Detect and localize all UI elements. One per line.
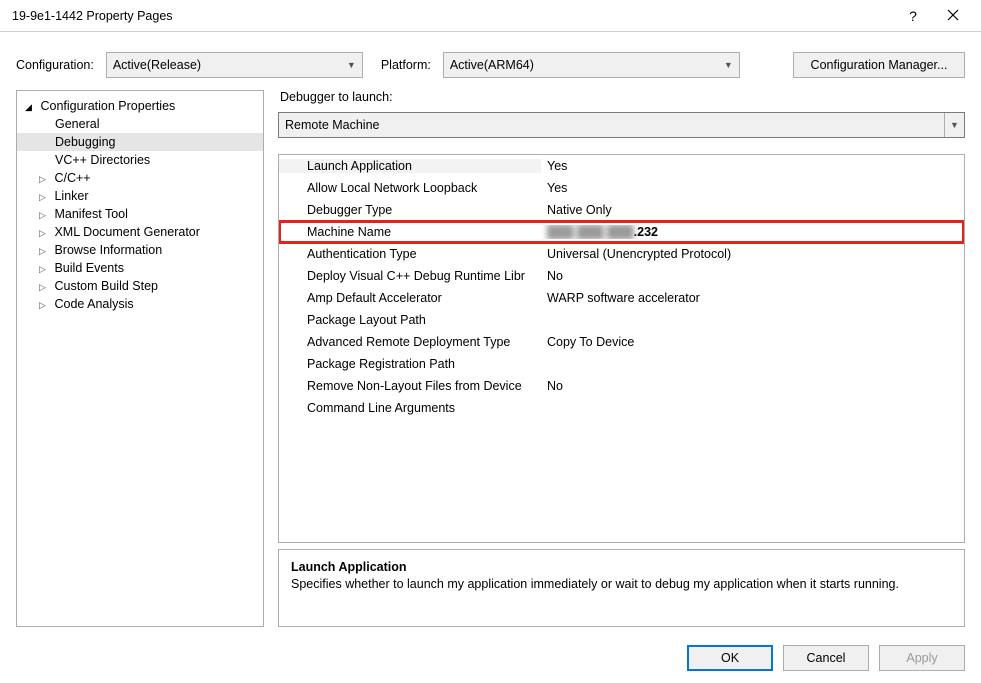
main-panel: Debugger to launch: Remote Machine ▼ Lau…	[278, 90, 965, 627]
configuration-combo[interactable]: Active(Release) ▼	[106, 52, 363, 78]
triangle-right-icon: ▷	[39, 246, 51, 257]
help-button[interactable]: ?	[893, 8, 933, 24]
property-label: Machine Name	[279, 225, 541, 239]
property-row[interactable]: Advanced Remote Deployment TypeCopy To D…	[279, 331, 964, 353]
tree-root[interactable]: ◢ Configuration Properties	[17, 97, 263, 115]
property-label: Package Layout Path	[279, 313, 541, 327]
tree-item-general[interactable]: General	[17, 115, 263, 133]
tree-item-c-c-[interactable]: ▷ C/C++	[17, 169, 263, 187]
property-row[interactable]: Package Layout Path	[279, 309, 964, 331]
property-label: Command Line Arguments	[279, 401, 541, 415]
description-body: Specifies whether to launch my applicati…	[291, 576, 952, 593]
apply-button: Apply	[879, 645, 965, 671]
tree-item-linker[interactable]: ▷ Linker	[17, 187, 263, 205]
config-row: Configuration: Active(Release) ▼ Platfor…	[0, 32, 981, 90]
property-row[interactable]: Amp Default AcceleratorWARP software acc…	[279, 287, 964, 309]
configuration-label: Configuration:	[16, 58, 94, 72]
configuration-manager-button[interactable]: Configuration Manager...	[793, 52, 965, 78]
tree[interactable]: ◢ Configuration PropertiesGeneralDebuggi…	[16, 90, 264, 627]
property-label: Debugger Type	[279, 203, 541, 217]
property-row[interactable]: Deploy Visual C++ Debug Runtime LibrNo	[279, 265, 964, 287]
property-label: Authentication Type	[279, 247, 541, 261]
property-grid[interactable]: Launch ApplicationYesAllow Local Network…	[278, 154, 965, 543]
platform-combo[interactable]: Active(ARM64) ▼	[443, 52, 740, 78]
property-row[interactable]: Remove Non-Layout Files from DeviceNo	[279, 375, 964, 397]
chevron-down-icon: ▼	[944, 113, 964, 137]
tree-item-code-analysis[interactable]: ▷ Code Analysis	[17, 295, 263, 313]
property-row[interactable]: Launch ApplicationYes	[279, 155, 964, 177]
platform-label: Platform:	[381, 58, 431, 72]
window-title: 19-9e1-1442 Property Pages	[8, 9, 893, 23]
configuration-value: Active(Release)	[113, 58, 201, 72]
triangle-down-icon: ◢	[25, 102, 37, 113]
property-label: Launch Application	[279, 159, 541, 173]
tree-item-custom-build-step[interactable]: ▷ Custom Build Step	[17, 277, 263, 295]
dialog-buttons: OK Cancel Apply	[0, 635, 981, 671]
property-value[interactable]: WARP software accelerator	[541, 291, 964, 305]
property-value[interactable]: No	[541, 379, 964, 393]
description-title: Launch Application	[291, 560, 952, 574]
property-row[interactable]: Allow Local Network LoopbackYes	[279, 177, 964, 199]
property-value[interactable]: Native Only	[541, 203, 964, 217]
property-value[interactable]: No	[541, 269, 964, 283]
chevron-down-icon: ▼	[724, 60, 733, 70]
property-row[interactable]: Package Registration Path	[279, 353, 964, 375]
property-label: Allow Local Network Loopback	[279, 181, 541, 195]
property-label: Advanced Remote Deployment Type	[279, 335, 541, 349]
property-value[interactable]: Yes	[541, 181, 964, 195]
property-row[interactable]: Authentication TypeUniversal (Unencrypte…	[279, 243, 964, 265]
property-label: Amp Default Accelerator	[279, 291, 541, 305]
debugger-launch-value: Remote Machine	[285, 118, 380, 132]
property-row[interactable]: Command Line Arguments	[279, 397, 964, 419]
debugger-launch-label: Debugger to launch:	[278, 90, 965, 106]
property-row[interactable]: Machine Name███.███.███.232	[279, 221, 964, 243]
triangle-right-icon: ▷	[39, 282, 51, 293]
property-label: Deploy Visual C++ Debug Runtime Libr	[279, 269, 541, 283]
tree-item-vc-directories[interactable]: VC++ Directories	[17, 151, 263, 169]
close-icon	[947, 9, 959, 21]
triangle-right-icon: ▷	[39, 228, 51, 239]
close-button[interactable]	[933, 8, 973, 24]
triangle-right-icon: ▷	[39, 210, 51, 221]
triangle-right-icon: ▷	[39, 300, 51, 311]
titlebar: 19-9e1-1442 Property Pages ?	[0, 0, 981, 32]
property-value[interactable]: Copy To Device	[541, 335, 964, 349]
description-panel: Launch Application Specifies whether to …	[278, 549, 965, 627]
property-label: Remove Non-Layout Files from Device	[279, 379, 541, 393]
property-value[interactable]: Universal (Unencrypted Protocol)	[541, 247, 964, 261]
triangle-right-icon: ▷	[39, 192, 51, 203]
platform-value: Active(ARM64)	[450, 58, 534, 72]
triangle-right-icon: ▷	[39, 174, 51, 185]
triangle-right-icon: ▷	[39, 264, 51, 275]
debugger-launch-combo[interactable]: Remote Machine ▼	[278, 112, 965, 138]
property-value[interactable]: ███.███.███.232	[541, 225, 964, 239]
property-value[interactable]: Yes	[541, 159, 964, 173]
tree-item-manifest-tool[interactable]: ▷ Manifest Tool	[17, 205, 263, 223]
tree-item-debugging[interactable]: Debugging	[17, 133, 263, 151]
tree-item-browse-information[interactable]: ▷ Browse Information	[17, 241, 263, 259]
tree-item-build-events[interactable]: ▷ Build Events	[17, 259, 263, 277]
property-label: Package Registration Path	[279, 357, 541, 371]
property-row[interactable]: Debugger TypeNative Only	[279, 199, 964, 221]
chevron-down-icon: ▼	[347, 60, 356, 70]
tree-item-xml-document-generator[interactable]: ▷ XML Document Generator	[17, 223, 263, 241]
ok-button[interactable]: OK	[687, 645, 773, 671]
cancel-button[interactable]: Cancel	[783, 645, 869, 671]
